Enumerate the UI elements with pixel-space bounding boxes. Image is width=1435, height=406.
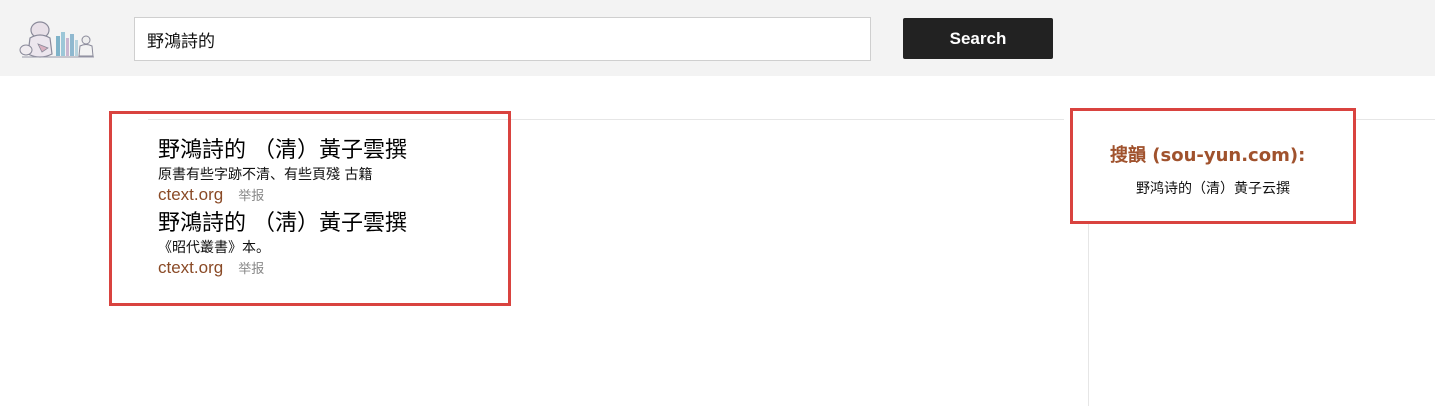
search-input[interactable]: [134, 17, 871, 61]
result-title-link[interactable]: 野鴻詩的 （清）黃子雲撰: [158, 138, 407, 164]
result-snippet: 原書有些字跡不清、有些頁殘 古籍: [158, 167, 373, 183]
report-link[interactable]: 举报: [238, 262, 264, 277]
result-meta: ctext.org 举报: [158, 258, 407, 280]
result-item: 野鴻詩的 （淸）黃子雲撰 《昭代叢書》本。 ctext.org 举报: [158, 211, 407, 280]
sidebar-divider: [1088, 222, 1089, 406]
sidebar-result-link[interactable]: 野鸿诗的（清）黄子云撰: [1136, 178, 1290, 198]
header: Search: [0, 0, 1435, 76]
result-item: 野鴻詩的 （清）黃子雲撰 原書有些字跡不清、有些頁殘 古籍 ctext.org …: [158, 138, 407, 207]
result-domain-link[interactable]: ctext.org: [158, 258, 223, 277]
search-button[interactable]: Search: [903, 18, 1053, 59]
divider: [1356, 119, 1435, 120]
sidebar-title: 搜韻 (sou-yun.com):: [1110, 145, 1306, 166]
site-logo[interactable]: [18, 16, 96, 62]
result-meta: ctext.org 举报: [158, 185, 407, 207]
report-link[interactable]: 举报: [238, 189, 264, 204]
result-snippet: 《昭代叢書》本。: [158, 240, 270, 256]
result-title-link[interactable]: 野鴻詩的 （淸）黃子雲撰: [158, 211, 407, 237]
reading-child-books-logo-icon: [19, 21, 94, 58]
result-domain-link[interactable]: ctext.org: [158, 185, 223, 204]
